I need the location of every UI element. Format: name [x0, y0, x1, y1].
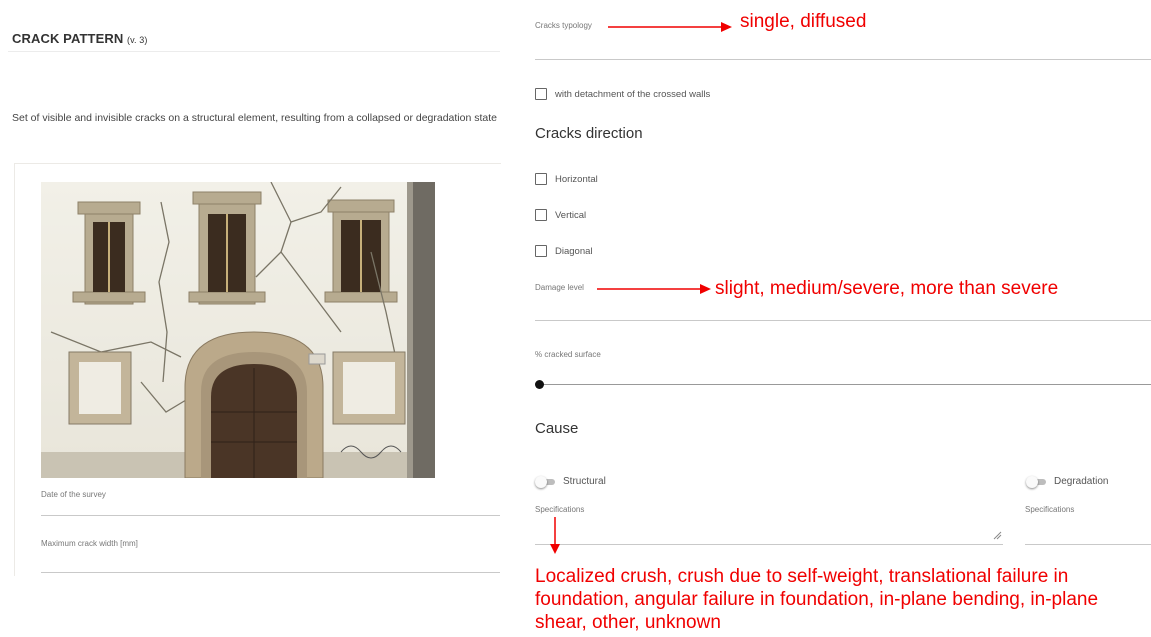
- typology-options-annotation: single, diffused: [740, 11, 867, 32]
- horizontal-label: Horizontal: [555, 173, 598, 185]
- detachment-checkbox[interactable]: [535, 88, 547, 100]
- version-label: (v. 3): [127, 35, 148, 45]
- damage-level-select[interactable]: [535, 320, 1151, 321]
- slider-thumb[interactable]: [535, 380, 544, 389]
- degradation-specifications-label: Specifications: [1025, 505, 1075, 514]
- building-photo: [41, 182, 435, 478]
- max-crack-width-input[interactable]: [41, 572, 500, 573]
- diagonal-label: Diagonal: [555, 245, 593, 257]
- damage-options-annotation: slight, medium/severe, more than severe: [715, 278, 1059, 299]
- vertical-checkbox-row[interactable]: Vertical: [535, 209, 586, 221]
- annotation-arrow-icon: [608, 22, 732, 32]
- cracked-surface-label: % cracked surface: [535, 350, 601, 359]
- cause-options-annotation: Localized crush, crush due to self-weigh…: [535, 566, 1099, 633]
- cracks-typology-select[interactable]: [535, 59, 1151, 60]
- section-title: CRACK PATTERN (v. 3): [12, 31, 147, 46]
- cause-heading: Cause: [535, 420, 579, 437]
- diagonal-checkbox-row[interactable]: Diagonal: [535, 245, 593, 257]
- damage-level-label: Damage level: [535, 283, 584, 292]
- annotation-down-arrow-icon: [550, 517, 560, 554]
- date-of-survey-label: Date of the survey: [41, 490, 106, 499]
- title-divider: [8, 51, 500, 52]
- annotation-arrow-icon: [597, 284, 711, 294]
- vertical-label: Vertical: [555, 209, 587, 221]
- degradation-toggle[interactable]: [1026, 475, 1046, 488]
- structural-label: Structural: [563, 476, 606, 487]
- date-of-survey-input[interactable]: [41, 515, 500, 516]
- cracks-typology-label: Cracks typology: [535, 21, 592, 30]
- diagonal-checkbox[interactable]: [535, 245, 547, 257]
- cracks-direction-heading: Cracks direction: [535, 125, 643, 142]
- degradation-specifications-textarea[interactable]: [1025, 544, 1151, 545]
- structural-toggle-row[interactable]: Structural: [535, 475, 606, 488]
- degradation-toggle-row[interactable]: Degradation: [1026, 475, 1109, 488]
- degradation-label: Degradation: [1054, 476, 1109, 487]
- resize-handle-icon[interactable]: [993, 531, 1002, 540]
- section-description: Set of visible and invisible cracks on a…: [12, 112, 497, 124]
- structural-toggle[interactable]: [535, 475, 555, 488]
- structural-specifications-textarea[interactable]: [535, 544, 1003, 545]
- cracked-surface-slider[interactable]: [540, 384, 1151, 385]
- section-title-text: CRACK PATTERN: [12, 31, 124, 46]
- vertical-checkbox[interactable]: [535, 209, 547, 221]
- detachment-label: with detachment of the crossed walls: [555, 88, 711, 100]
- horizontal-checkbox-row[interactable]: Horizontal: [535, 173, 598, 185]
- horizontal-checkbox[interactable]: [535, 173, 547, 185]
- detachment-checkbox-row[interactable]: with detachment of the crossed walls: [535, 88, 710, 100]
- structural-specifications-label: Specifications: [535, 505, 585, 514]
- max-crack-width-label: Maximum crack width [mm]: [41, 539, 138, 548]
